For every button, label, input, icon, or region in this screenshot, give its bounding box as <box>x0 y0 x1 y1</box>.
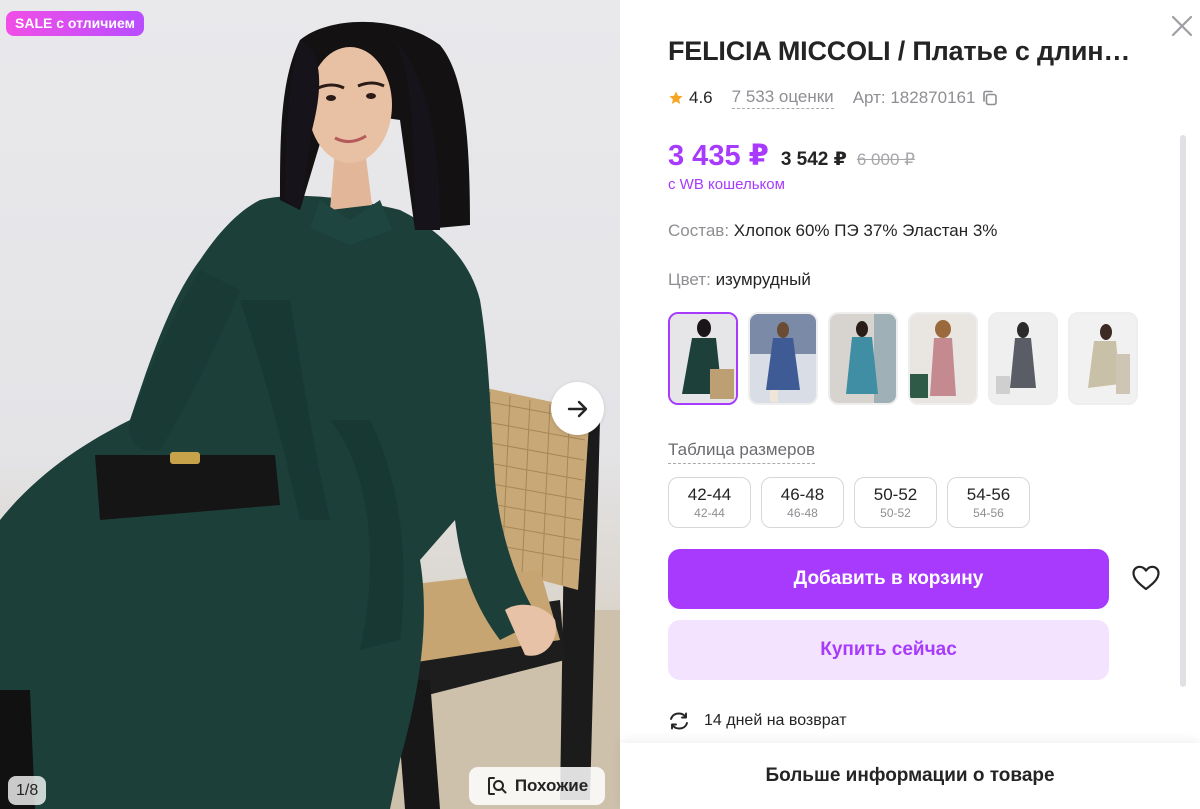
photo-counter: 1/8 <box>8 776 47 805</box>
size-label: 42-44 <box>687 484 732 504</box>
size-sublabel: 50-52 <box>880 505 911 520</box>
color-swatch-beige[interactable] <box>1068 312 1138 405</box>
reviews-link[interactable]: 7 533 оценки <box>731 87 834 109</box>
copy-article-button[interactable] <box>981 89 999 107</box>
size-option[interactable]: 42-44 42-44 <box>668 477 751 528</box>
rating-value: 4.6 <box>689 88 713 107</box>
color-swatch-turquoise[interactable] <box>828 312 898 405</box>
wallet-note: с WB кошельком <box>668 176 785 193</box>
color-swatch-pink[interactable] <box>908 312 978 405</box>
search-similar-icon <box>487 777 507 795</box>
copy-icon <box>983 90 998 106</box>
price-wallet: 3 435 ₽ <box>668 140 769 172</box>
arrow-right-icon <box>567 400 587 417</box>
size-options: 42-44 42-44 46-48 46-48 50-52 50-52 54-5… <box>668 477 1030 528</box>
close-icon <box>1171 15 1193 37</box>
size-sublabel: 42-44 <box>694 505 725 520</box>
sale-badge: SALE с отличием <box>6 11 144 36</box>
size-option[interactable]: 54-56 54-56 <box>947 477 1030 528</box>
returns-info: 14 дней на возврат <box>668 710 847 732</box>
color-swatch-grey[interactable] <box>988 312 1058 405</box>
panel-scrollbar[interactable] <box>1180 135 1186 687</box>
heart-icon <box>1132 565 1160 591</box>
color-value: изумрудный <box>715 270 811 289</box>
product-info-panel: FELICIA MICCOLI / Платье с длин… 4.6 7 5… <box>620 0 1200 809</box>
close-button[interactable] <box>1169 13 1195 39</box>
size-label: 50-52 <box>873 484 918 504</box>
more-info-button[interactable]: Больше информации о товаре <box>620 743 1200 809</box>
size-label: 46-48 <box>780 484 825 504</box>
similar-products-button[interactable]: Похожие <box>469 767 605 805</box>
product-gallery[interactable]: SALE с отличием 1/8 Похожие <box>0 0 620 809</box>
add-to-cart-button[interactable]: Добавить в корзину <box>668 549 1109 609</box>
next-photo-button[interactable] <box>551 382 604 435</box>
size-sublabel: 54-56 <box>973 505 1004 520</box>
composition-value: Хлопок 60% ПЭ 37% Эластан 3% <box>733 221 998 240</box>
price-block: 3 435 ₽ 3 542 ₽ 6 000 ₽ <box>668 138 915 173</box>
similar-products-label: Похожие <box>514 776 589 795</box>
favorite-button[interactable] <box>1130 562 1162 594</box>
buy-now-button[interactable]: Купить сейчас <box>668 620 1109 680</box>
article-number: Арт: 182870161 <box>852 88 976 107</box>
size-option[interactable]: 50-52 50-52 <box>854 477 937 528</box>
product-title: FELICIA MICCOLI / Платье с длин… <box>668 36 1131 66</box>
refresh-icon <box>670 712 688 730</box>
color-swatch-blue[interactable] <box>748 312 818 405</box>
composition-label: Состав: <box>668 221 730 240</box>
color-swatches <box>668 312 1138 405</box>
star-icon <box>669 91 683 104</box>
size-table-link[interactable]: Таблица размеров <box>668 440 815 464</box>
size-sublabel: 46-48 <box>787 505 818 520</box>
composition: Состав: Хлопок 60% ПЭ 37% Эластан 3% <box>668 221 997 241</box>
color-label: Цвет: <box>668 270 711 289</box>
price-old: 6 000 ₽ <box>856 150 915 169</box>
color-swatch-emerald[interactable] <box>668 312 738 405</box>
price-regular: 3 542 ₽ <box>780 149 847 170</box>
product-photo <box>0 21 620 809</box>
size-option[interactable]: 46-48 46-48 <box>761 477 844 528</box>
product-meta: 4.6 7 533 оценки Арт: 182870161 <box>668 86 999 110</box>
size-label: 54-56 <box>966 484 1011 504</box>
color-info: Цвет: изумрудный <box>668 270 811 290</box>
returns-label: 14 дней на возврат <box>704 712 847 729</box>
